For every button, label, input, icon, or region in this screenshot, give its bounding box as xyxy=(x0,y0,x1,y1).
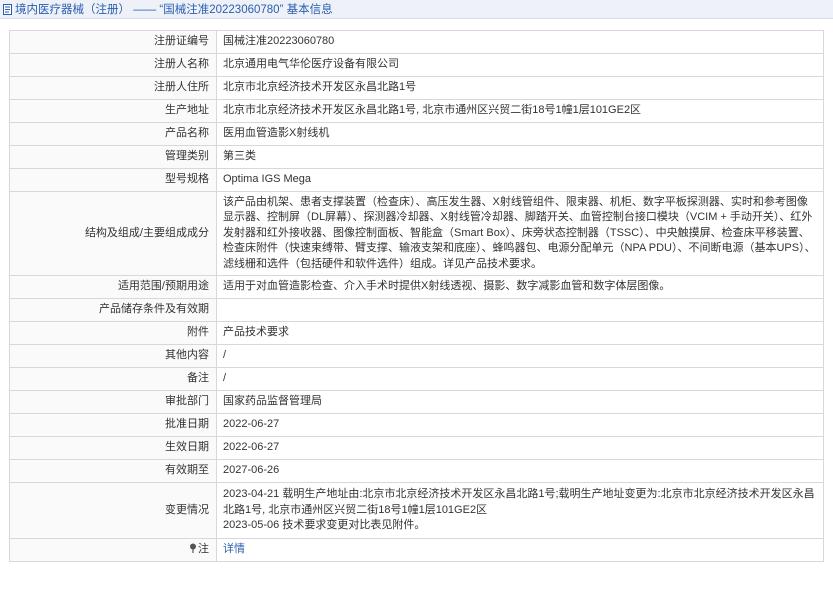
row-value: 国械注准20223060780 xyxy=(216,30,824,54)
row-value: Optima IGS Mega xyxy=(216,168,824,192)
row-label: 注册人住所 xyxy=(9,76,217,100)
table-row: 其他内容 / xyxy=(9,344,824,368)
row-value: 医用血管造影X射线机 xyxy=(216,122,824,146)
row-label: 适用范围/预期用途 xyxy=(9,275,217,299)
row-label: 型号规格 xyxy=(9,168,217,192)
change-entry: 2023-05-06 技术要求变更对比表见附件。 xyxy=(223,519,426,532)
detail-link[interactable]: 详情 xyxy=(223,543,245,555)
page-title: 境内医疗器械（注册） —— “国械注准20223060780” 基本信息 xyxy=(15,4,333,16)
row-value: 第三类 xyxy=(216,145,824,169)
table-row: 适用范围/预期用途 适用于对血管造影检查、介入手术时提供X射线透视、摄影、数字减… xyxy=(9,275,824,299)
table-row: 有效期至 2027-06-26 xyxy=(9,459,824,483)
row-label: 产品储存条件及有效期 xyxy=(9,298,217,322)
table-row: 生产地址 北京市北京经济技术开发区永昌北路1号, 北京市通州区兴贸二街18号1幢… xyxy=(9,99,824,123)
table-row-change: 变更情况 2023-04-21 载明生产地址由:北京市北京经济技术开发区永昌北路… xyxy=(9,482,824,539)
table-row: 注册证编号 国械注准20223060780 xyxy=(9,30,824,54)
row-value: 该产品由机架、患者支撑装置（检查床）、高压发生器、X射线管组件、限束器、机柜、数… xyxy=(216,191,824,276)
row-label: 批准日期 xyxy=(9,413,217,437)
table-row: 备注 / xyxy=(9,367,824,391)
row-value: 北京市北京经济技术开发区永昌北路1号, 北京市通州区兴贸二街18号1幢1层101… xyxy=(216,99,824,123)
row-value: 详情 xyxy=(216,538,824,562)
row-value: 北京市北京经济技术开发区永昌北路1号 xyxy=(216,76,824,100)
row-value: / xyxy=(216,367,824,391)
row-label: 产品名称 xyxy=(9,122,217,146)
document-icon xyxy=(3,3,12,15)
row-value: 2027-06-26 xyxy=(216,459,824,483)
row-label: 有效期至 xyxy=(9,459,217,483)
row-label: 结构及组成/主要组成成分 xyxy=(9,191,217,276)
info-table: 注册证编号 国械注准20223060780 注册人名称 北京通用电气华伦医疗设备… xyxy=(9,30,824,562)
row-label: 其他内容 xyxy=(9,344,217,368)
row-label: 审批部门 xyxy=(9,390,217,414)
pin-icon xyxy=(190,543,196,554)
row-value: 2022-06-27 xyxy=(216,413,824,437)
table-row: 附件 产品技术要求 xyxy=(9,321,824,345)
table-row: 批准日期 2022-06-27 xyxy=(9,413,824,437)
row-value: 2022-06-27 xyxy=(216,436,824,460)
row-label: 生产地址 xyxy=(9,99,217,123)
page-header: 境内医疗器械（注册） —— “国械注准20223060780” 基本信息 xyxy=(0,0,833,19)
row-value xyxy=(216,298,824,322)
row-value: / xyxy=(216,344,824,368)
change-entry: 2023-04-21 载明生产地址由:北京市北京经济技术开发区永昌北路1号;载明… xyxy=(223,488,815,516)
row-label: 注册证编号 xyxy=(9,30,217,54)
row-label: 生效日期 xyxy=(9,436,217,460)
row-value: 国家药品监督管理局 xyxy=(216,390,824,414)
note-label: 注 xyxy=(198,543,209,556)
row-label: 备注 xyxy=(9,367,217,391)
row-value: 产品技术要求 xyxy=(216,321,824,345)
row-value: 北京通用电气华伦医疗设备有限公司 xyxy=(216,53,824,77)
row-label: 注 xyxy=(9,538,217,562)
table-row: 产品名称 医用血管造影X射线机 xyxy=(9,122,824,146)
table-row: 产品储存条件及有效期 xyxy=(9,298,824,322)
change-history: 2023-04-21 载明生产地址由:北京市北京经济技术开发区永昌北路1号;载明… xyxy=(216,482,824,539)
table-row: 结构及组成/主要组成成分 该产品由机架、患者支撑装置（检查床）、高压发生器、X射… xyxy=(9,191,824,276)
table-row: 注册人名称 北京通用电气华伦医疗设备有限公司 xyxy=(9,53,824,77)
table-row: 注册人住所 北京市北京经济技术开发区永昌北路1号 xyxy=(9,76,824,100)
table-row: 型号规格 Optima IGS Mega xyxy=(9,168,824,192)
table-row: 管理类别 第三类 xyxy=(9,145,824,169)
row-label: 附件 xyxy=(9,321,217,345)
table-row: 审批部门 国家药品监督管理局 xyxy=(9,390,824,414)
table-row: 生效日期 2022-06-27 xyxy=(9,436,824,460)
row-label: 注册人名称 xyxy=(9,53,217,77)
row-label: 变更情况 xyxy=(9,482,217,539)
table-row-detail: 注 详情 xyxy=(9,538,824,562)
row-label: 管理类别 xyxy=(9,145,217,169)
row-value: 适用于对血管造影检查、介入手术时提供X射线透视、摄影、数字减影血管和数字体层图像… xyxy=(216,275,824,299)
